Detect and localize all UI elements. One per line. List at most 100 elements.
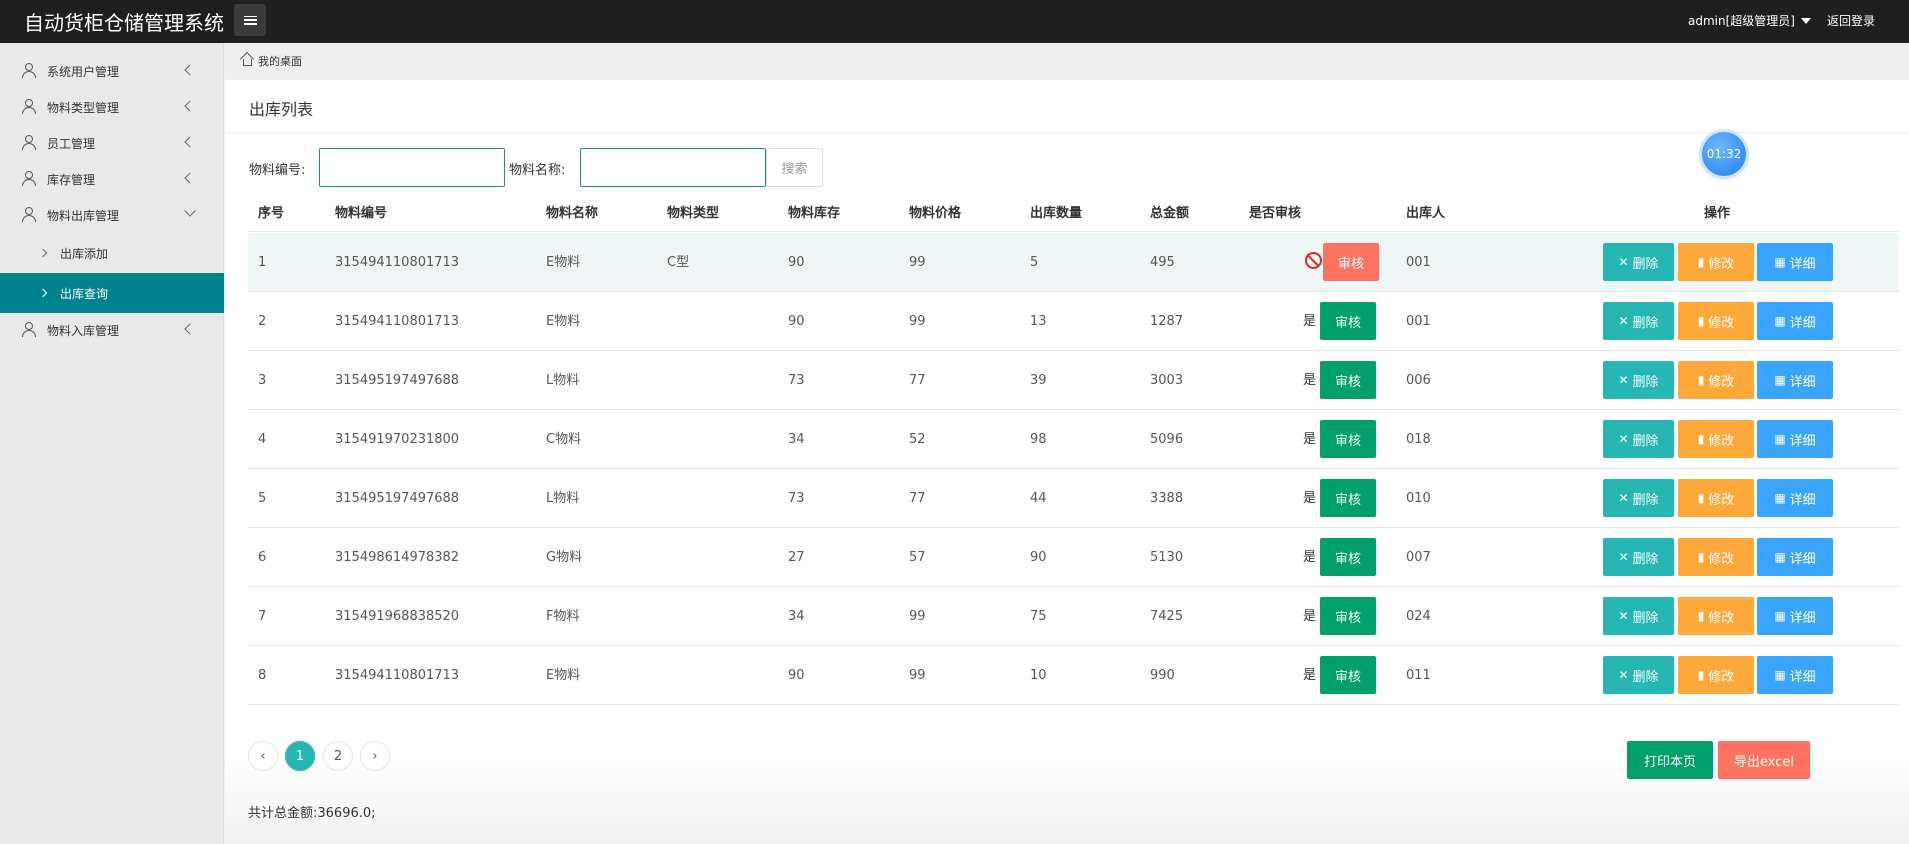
delete-button[interactable]: ✕ 删除 (1603, 597, 1674, 635)
edit-button[interactable]: ▮ 修改 (1678, 597, 1754, 635)
detail-button[interactable]: ▦ 详细 (1757, 420, 1833, 458)
delete-label: 删除 (1632, 669, 1659, 685)
edit-button[interactable]: ▮ 修改 (1678, 420, 1754, 458)
material-name-input[interactable] (580, 148, 766, 187)
sidebar-item-system-users[interactable]: 系统用户管理 (0, 53, 224, 89)
edit-label: 修改 (1708, 315, 1735, 331)
edit-button[interactable]: ▮ 修改 (1678, 479, 1754, 517)
cell-qty: 5 (1030, 255, 1039, 270)
export-excel-button[interactable]: 导出excel (1718, 741, 1810, 779)
column-header: 物料库存 (788, 206, 841, 221)
delete-button[interactable]: ✕ 删除 (1603, 479, 1674, 517)
sidebar-item-material-types[interactable]: 物料类型管理 (0, 89, 224, 125)
next-page-button[interactable]: › (360, 741, 390, 771)
sidebar-subitem-outbound-query[interactable]: 出库查询 (0, 273, 224, 313)
audit-button[interactable]: 审核 (1323, 243, 1379, 281)
table-row: 7 315491968838520 F物料 34 99 75 7425 是 审核… (248, 587, 1899, 646)
table-row: 5 315495197497688 L物料 73 77 44 3388 是 审核… (248, 469, 1899, 528)
cell-qty: 39 (1030, 373, 1047, 388)
cell-name: E物料 (546, 314, 581, 329)
timer-badge[interactable]: 01:32 (1702, 132, 1746, 176)
logout-link[interactable]: 返回登录 (1827, 12, 1875, 29)
edit-icon: ▮ (1697, 373, 1705, 387)
sidebar-item-employees[interactable]: 员工管理 (0, 125, 224, 161)
sidebar-subitem-outbound-add[interactable]: 出库添加 (0, 233, 224, 273)
sidebar: 系统用户管理 物料类型管理 员工管理 库存管理 物料出库管理 出库添加 出库查询… (0, 43, 224, 844)
audit-button[interactable]: 审核 (1320, 302, 1376, 340)
breadcrumb-home[interactable]: 我的桌面 (258, 53, 302, 69)
edit-button[interactable]: ▮ 修改 (1678, 538, 1754, 576)
detail-button[interactable]: ▦ 详细 (1757, 597, 1833, 635)
cell-stock: 27 (788, 550, 805, 565)
delete-button[interactable]: ✕ 删除 (1603, 302, 1674, 340)
edit-button[interactable]: ▮ 修改 (1678, 361, 1754, 399)
detail-button[interactable]: ▦ 详细 (1757, 243, 1833, 281)
cell-price: 99 (909, 255, 926, 270)
material-code-input[interactable] (319, 148, 505, 187)
edit-button[interactable]: ▮ 修改 (1678, 302, 1754, 340)
user-name: admin[超级管理员] (1688, 14, 1795, 28)
cell-code: 315494110801713 (335, 314, 460, 329)
cell-code: 315494110801713 (335, 668, 460, 683)
cell-stock: 90 (788, 255, 805, 270)
menu-toggle-button[interactable] (234, 4, 266, 36)
close-icon: ✕ (1618, 668, 1629, 682)
search-button[interactable]: 搜索 (766, 148, 823, 187)
detail-label: 详细 (1789, 433, 1816, 449)
cell-total: 990 (1150, 668, 1175, 683)
divider (225, 132, 1909, 133)
detail-button[interactable]: ▦ 详细 (1757, 656, 1833, 694)
close-icon: ✕ (1618, 314, 1629, 328)
cell-operator: 011 (1406, 668, 1431, 683)
cell-price: 99 (909, 314, 926, 329)
delete-button[interactable]: ✕ 删除 (1603, 538, 1674, 576)
page-button-2[interactable]: 2 (323, 741, 353, 771)
delete-button[interactable]: ✕ 删除 (1603, 361, 1674, 399)
cell-no: 4 (258, 432, 267, 447)
page-button-1[interactable]: 1 (285, 741, 315, 771)
audit-button[interactable]: 审核 (1320, 479, 1376, 517)
delete-button[interactable]: ✕ 删除 (1603, 656, 1674, 694)
top-bar: 自动货柜仓储管理系统 admin[超级管理员] 返回登录 (0, 0, 1909, 43)
cell-price: 57 (909, 550, 926, 565)
audit-button[interactable]: 审核 (1320, 361, 1376, 399)
edit-icon: ▮ (1697, 491, 1705, 505)
cell-no: 5 (258, 491, 267, 506)
user-menu[interactable]: admin[超级管理员] (1688, 12, 1811, 29)
cell-total: 3388 (1150, 491, 1184, 506)
cell-operator: 001 (1406, 314, 1431, 329)
audit-button[interactable]: 审核 (1320, 656, 1376, 694)
sidebar-item-inventory[interactable]: 库存管理 (0, 161, 224, 197)
user-icon (22, 135, 36, 151)
cell-name: L物料 (546, 373, 580, 388)
audit-button[interactable]: 审核 (1320, 420, 1376, 458)
delete-label: 删除 (1632, 433, 1659, 449)
edit-icon: ▮ (1697, 255, 1705, 269)
sidebar-item-inbound[interactable]: 物料入库管理 (0, 312, 224, 348)
cell-name: E物料 (546, 255, 581, 270)
cell-total: 5096 (1150, 432, 1184, 447)
table-header: 序号 物料编号 物料名称 物料类型 物料库存 物料价格 出库数量 总金额 是否审… (248, 196, 1899, 232)
delete-button[interactable]: ✕ 删除 (1603, 243, 1674, 281)
delete-button[interactable]: ✕ 删除 (1603, 420, 1674, 458)
detail-label: 详细 (1789, 610, 1816, 626)
delete-label: 删除 (1632, 551, 1659, 567)
edit-button[interactable]: ▮ 修改 (1678, 243, 1754, 281)
delete-label: 删除 (1632, 256, 1659, 272)
audit-button[interactable]: 审核 (1320, 597, 1376, 635)
cell-total: 1287 (1150, 314, 1184, 329)
table-row: 3 315495197497688 L物料 73 77 39 3003 是 审核… (248, 351, 1899, 410)
detail-button[interactable]: ▦ 详细 (1757, 479, 1833, 517)
print-button[interactable]: 打印本页 (1627, 741, 1713, 779)
edit-button[interactable]: ▮ 修改 (1678, 656, 1754, 694)
detail-button[interactable]: ▦ 详细 (1757, 538, 1833, 576)
cell-name: F物料 (546, 609, 580, 624)
column-header: 操作 (1704, 206, 1731, 221)
detail-button[interactable]: ▦ 详细 (1757, 302, 1833, 340)
detail-button[interactable]: ▦ 详细 (1757, 361, 1833, 399)
detail-label: 详细 (1789, 315, 1816, 331)
prev-page-button[interactable]: ‹ (248, 741, 278, 771)
audit-button[interactable]: 审核 (1320, 538, 1376, 576)
cell-qty: 10 (1030, 668, 1047, 683)
sidebar-item-outbound[interactable]: 物料出库管理 (0, 197, 224, 233)
